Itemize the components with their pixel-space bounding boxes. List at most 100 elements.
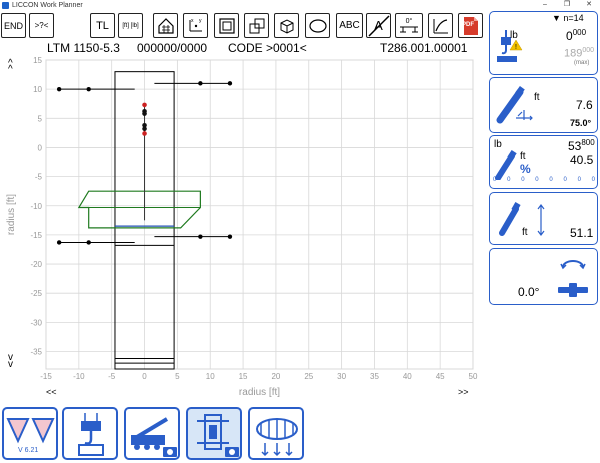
y-tick-label-2: 5 [38, 114, 43, 123]
radius-card[interactable]: ft 7.6 75.0° [489, 77, 598, 133]
config-count: ▼ n=14 [552, 13, 584, 23]
y-tick-label-9: -30 [30, 318, 42, 327]
utilization-card[interactable]: lb 53800 ft 40.5 % 0 0 0 0 0 0 0 0 [489, 135, 598, 189]
slew-angle: 0.0° [518, 285, 540, 299]
load-value-sup: 000 [572, 28, 587, 37]
crane-topview-camera-icon [197, 414, 239, 457]
tl-label: TL [96, 19, 109, 32]
height-arrow-icon [537, 204, 545, 236]
height-value: 51.1 [570, 226, 594, 240]
axis-view-button[interactable]: xy [183, 13, 208, 38]
scroll-up-hint-2[interactable]: ^ [8, 64, 13, 75]
svg-text:y: y [199, 18, 202, 24]
right-panel: ▼ n=14 ! lb 0000 189000 (max) ft 7.6 75.… [487, 11, 600, 463]
x-tick-label-11: 40 [403, 372, 412, 381]
x-tick-label-12: 45 [436, 372, 445, 381]
boom-mark-2 [142, 111, 147, 116]
util-scale-4: 0 [549, 177, 553, 183]
load-value-main: 0 [566, 29, 573, 43]
slew-rotation-icon [558, 260, 588, 297]
load-chart-button[interactable] [248, 407, 304, 460]
3d-view-button[interactable] [274, 13, 299, 38]
text-labels-button[interactable]: ABC [336, 13, 363, 38]
minimize-button[interactable]: – [534, 0, 556, 10]
curve-icon [433, 18, 448, 33]
x-tick-label-3: 0 [142, 372, 147, 381]
axis-ticks: -15 -10 -5 0 5 10 15 20 25 30 35 40 45 50151050-5-10-… [30, 56, 478, 381]
drum-arrows-icon [256, 418, 298, 457]
house-grid-icon [157, 17, 174, 34]
close-button[interactable]: ✕ [578, 0, 600, 10]
util-scale-6: 0 [577, 177, 581, 183]
pdf-label: PDF [462, 22, 474, 28]
load-max-sup: 000 [582, 47, 595, 54]
util-load: 53800 [568, 138, 595, 153]
work-area-plot[interactable]: -15 -10 -5 0 5 10 15 20 25 30 35 40 45 50151050-5-10-… [0, 54, 488, 404]
tl-button[interactable]: TL [90, 13, 115, 38]
maximize-button[interactable]: ❐ [556, 0, 578, 10]
frame-view-button[interactable] [214, 13, 239, 38]
boom-mark-0 [142, 102, 147, 108]
top-view-button[interactable] [186, 407, 242, 460]
y-tick-label-4: -5 [35, 173, 43, 182]
y-tick-label-6: -15 [30, 231, 42, 240]
strike-icon [368, 15, 390, 37]
outrigger-point-2 [198, 81, 203, 86]
load-max-main: 189 [564, 47, 583, 60]
outrigger-point-1 [86, 86, 91, 92]
mobile-crane-camera-icon [131, 417, 177, 457]
x-tick-label-8: 25 [304, 372, 313, 381]
cube-icon [280, 18, 293, 34]
util-scale-3: 0 [535, 177, 539, 183]
scroll-left-hint[interactable]: << [46, 387, 57, 397]
end-button[interactable]: END [1, 13, 26, 38]
app-icon [2, 1, 9, 9]
square-frame-icon [218, 17, 235, 34]
title-bar: LICCON Work Planner – ❐ ✕ [0, 0, 600, 10]
y-tick-label-1: 10 [33, 85, 42, 94]
radius-value: 7.6 [576, 98, 593, 112]
height-card[interactable]: ft 51.1 [489, 192, 598, 245]
boom-mark-5 [142, 131, 147, 136]
x-tick-label-5: 10 [206, 372, 215, 381]
abc-label: ABC [339, 20, 360, 31]
counterweight-outline [77, 190, 201, 229]
load-max-label: (max) [574, 60, 590, 66]
util-scale-7: 0 [591, 177, 595, 183]
pdf-export-button[interactable]: PDF [458, 13, 483, 38]
goto-button[interactable]: >?< [29, 13, 54, 38]
goto-label: >?< [34, 21, 49, 30]
outrigger-point-4 [56, 240, 62, 245]
util-scale-5: 0 [563, 177, 567, 183]
y-axis-label: radius [ft] [6, 194, 17, 235]
end-label: END [3, 20, 23, 31]
load-value: 0000 [566, 28, 586, 43]
util-radius: 40.5 [570, 153, 594, 167]
angle-button[interactable]: 0° [395, 13, 423, 38]
util-load-sup: 800 [581, 138, 595, 147]
scroll-down-hint-2[interactable]: v [8, 359, 13, 370]
window-title: LICCON Work Planner [12, 1, 83, 9]
annotation-button[interactable]: A [366, 13, 391, 38]
slew-card[interactable]: 0.0° [489, 248, 598, 305]
circle-button[interactable] [305, 13, 330, 38]
bottom-bar: V 6.21 [0, 404, 488, 463]
load-max: 189000 [564, 47, 594, 60]
util-radius-unit: ft [520, 151, 526, 162]
home-button[interactable]: V 6.21 [2, 407, 58, 460]
scroll-right-hint[interactable]: >> [458, 387, 469, 397]
axis-icon: xy [189, 18, 202, 31]
crane-setup-button[interactable] [124, 407, 180, 460]
layers-button[interactable] [244, 13, 269, 38]
hook-block-button[interactable] [62, 407, 118, 460]
load-card[interactable]: ▼ n=14 ! lb 0000 189000 (max) [489, 11, 598, 75]
y-tick-label-7: -20 [30, 260, 42, 269]
curve-button[interactable] [428, 13, 453, 38]
units-button[interactable]: [ft] [lb] [118, 13, 143, 38]
crane-config-button[interactable] [153, 13, 178, 38]
radius-unit: ft [534, 92, 540, 103]
outrigger-point-7 [227, 234, 233, 239]
y-tick-label-5: -10 [30, 202, 42, 211]
y-tick-label-10: -35 [30, 348, 42, 357]
outrigger-icon [400, 26, 418, 33]
